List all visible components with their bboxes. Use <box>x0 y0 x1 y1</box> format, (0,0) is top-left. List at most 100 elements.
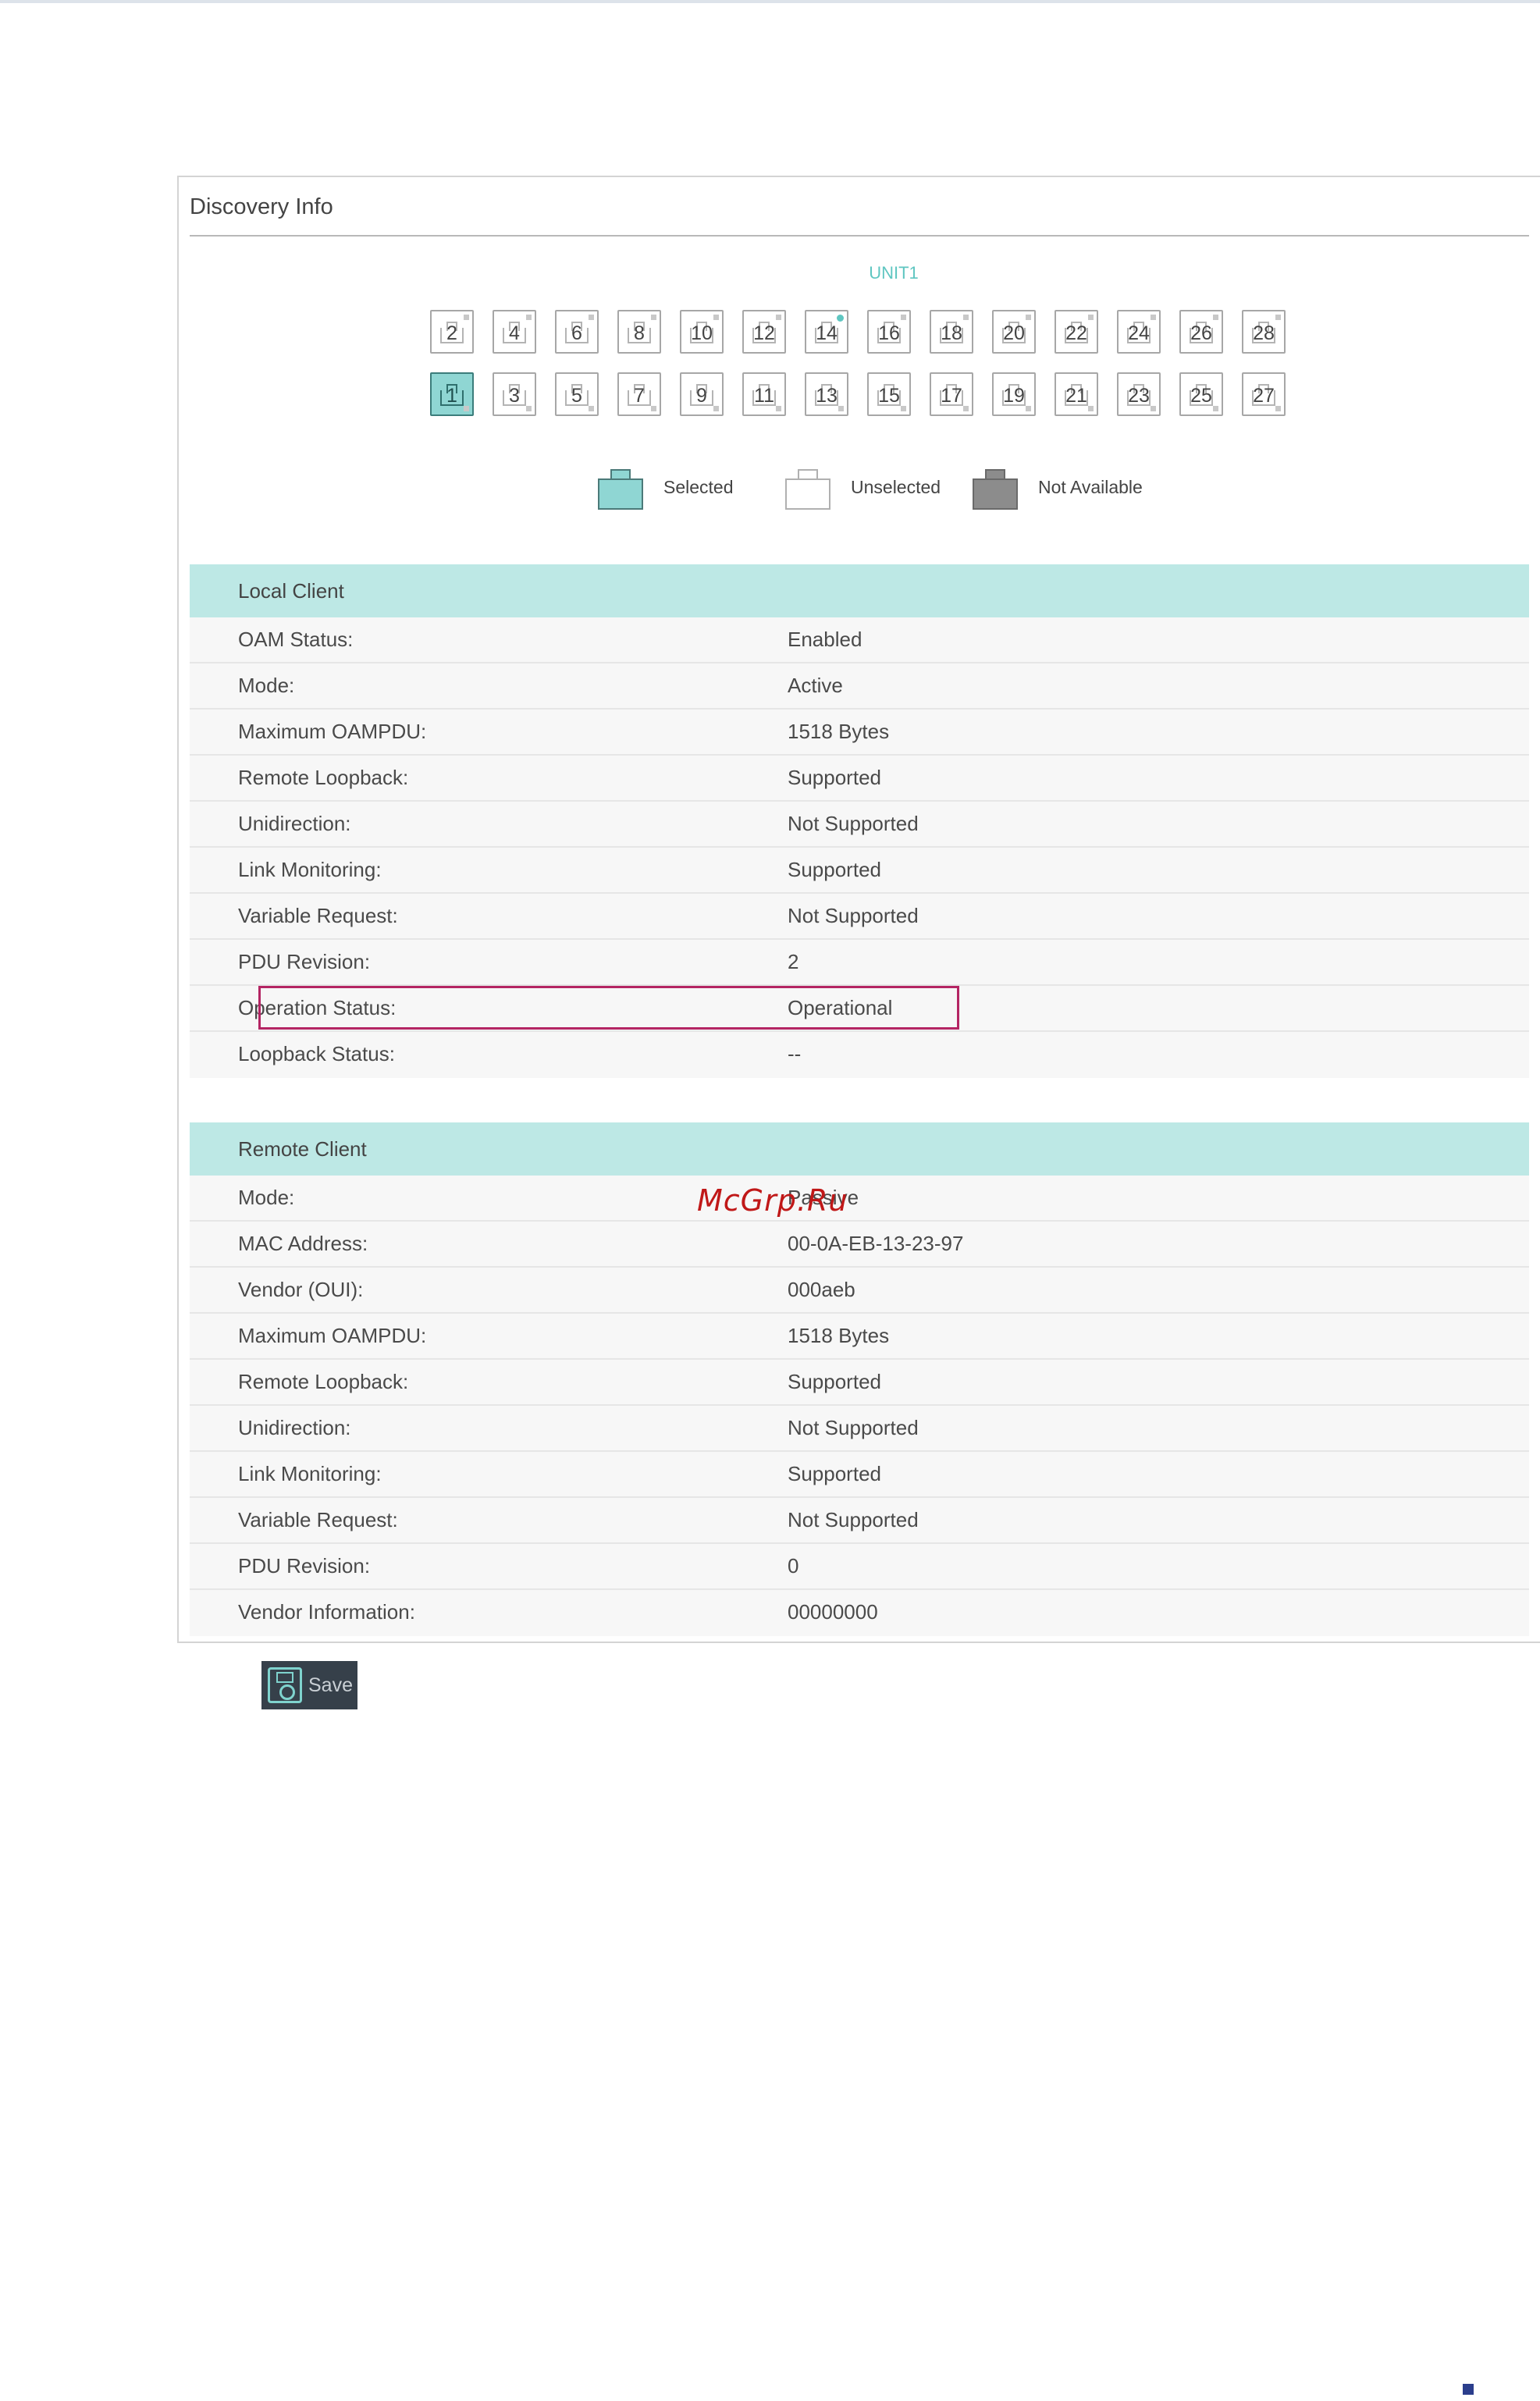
port-14[interactable]: 14 <box>805 310 848 354</box>
port-9[interactable]: 9 <box>680 372 724 416</box>
info-row: Variable Request: Not Supported <box>190 894 1529 940</box>
port-1[interactable]: 1 <box>430 372 474 416</box>
info-row: Remote Loopback: Supported <box>190 756 1529 802</box>
info-row: Operation Status: Operational <box>190 986 1529 1032</box>
info-row: Link Monitoring: Supported <box>190 1452 1529 1498</box>
port-status-dot <box>713 315 719 320</box>
legend-selected-label: Selected <box>663 477 734 497</box>
save-button[interactable]: Save <box>261 1661 357 1709</box>
remote-client-rows: Mode: Passive MAC Address: 00-0A-EB-13-23-9… <box>190 1176 1529 1636</box>
port-status-dot <box>589 406 594 411</box>
port-number: 5 <box>571 385 582 407</box>
info-row: Link Monitoring: Supported <box>190 848 1529 894</box>
info-row: PDU Revision: 2 <box>190 940 1529 986</box>
port-15[interactable]: 15 <box>867 372 911 416</box>
info-row: PDU Revision: 0 <box>190 1544 1529 1590</box>
port-status-dot <box>1275 315 1281 320</box>
port-number: 11 <box>754 385 774 407</box>
port-2[interactable]: 2 <box>430 310 474 354</box>
port-number: 22 <box>1065 322 1087 344</box>
row-label: Link Monitoring: <box>238 858 382 881</box>
port-status-dot <box>901 406 906 411</box>
port-number: 27 <box>1253 385 1275 407</box>
info-row: Vendor (OUI): 000aeb <box>190 1268 1529 1314</box>
port-27[interactable]: 27 <box>1242 372 1286 416</box>
row-value: Not Supported <box>788 1508 919 1531</box>
legend-unselected-label: Unselected <box>851 477 941 497</box>
row-label: Variable Request: <box>238 1508 398 1531</box>
port-10[interactable]: 10 <box>680 310 724 354</box>
row-label: OAM Status: <box>238 628 354 651</box>
row-label: Vendor Information: <box>238 1600 415 1624</box>
port-status-dot <box>651 406 656 411</box>
port-number: 23 <box>1128 385 1150 407</box>
row-label: Maximum OAMPDU: <box>238 720 427 743</box>
row-value: 1518 Bytes <box>788 720 890 743</box>
info-row: Unidirection: Not Supported <box>190 802 1529 848</box>
port-5[interactable]: 5 <box>555 372 599 416</box>
row-value: 2 <box>788 950 799 973</box>
info-row: MAC Address: 00-0A-EB-13-23-97 <box>190 1222 1529 1268</box>
port-status-dot <box>713 406 719 411</box>
legend-not-available-label: Not Available <box>1038 477 1143 497</box>
port-28[interactable]: 28 <box>1242 310 1286 354</box>
port-18[interactable]: 18 <box>930 310 973 354</box>
port-8[interactable]: 8 <box>617 310 661 354</box>
port-status-dot <box>1026 406 1031 411</box>
port-6[interactable]: 6 <box>555 310 599 354</box>
port-26[interactable]: 26 <box>1179 310 1223 354</box>
port-25[interactable]: 25 <box>1179 372 1223 416</box>
port-status-dot <box>1151 315 1156 320</box>
info-row: Variable Request: Not Supported <box>190 1498 1529 1544</box>
port-21[interactable]: 21 <box>1055 372 1098 416</box>
port-22[interactable]: 22 <box>1055 310 1098 354</box>
panel-title: Discovery Info <box>190 194 333 219</box>
save-icon <box>268 1667 302 1703</box>
port-4[interactable]: 4 <box>493 310 536 354</box>
port-number: 3 <box>509 385 520 407</box>
port-number: 17 <box>941 385 962 407</box>
port-23[interactable]: 23 <box>1117 372 1161 416</box>
panel-title-divider <box>190 235 1529 237</box>
row-value: 00000000 <box>788 1600 878 1624</box>
port-number: 21 <box>1065 385 1087 407</box>
info-row: Mode: Passive <box>190 1176 1529 1222</box>
remote-client-section: Remote Client Mode: Passive MAC Address: 00… <box>190 1122 1529 1636</box>
watermark: McGrp.Ru <box>697 1183 848 1218</box>
port-number: 10 <box>691 322 713 344</box>
port-number: 28 <box>1253 322 1275 344</box>
port-11[interactable]: 11 <box>742 372 786 416</box>
row-value: Supported <box>788 1370 881 1393</box>
port-17[interactable]: 17 <box>930 372 973 416</box>
port-7[interactable]: 7 <box>617 372 661 416</box>
row-label: Remote Loopback: <box>238 766 409 789</box>
port-status-dot <box>1026 315 1031 320</box>
port-status-dot <box>464 406 469 411</box>
port-status-dot <box>963 406 969 411</box>
row-label: Remote Loopback: <box>238 1370 409 1393</box>
port-number: 14 <box>816 322 838 344</box>
port-number: 4 <box>509 322 520 344</box>
row-value: Not Supported <box>788 904 919 927</box>
row-value: 1518 Bytes <box>788 1324 890 1347</box>
info-row: Unidirection: Not Supported <box>190 1406 1529 1452</box>
row-value: Not Supported <box>788 1416 919 1439</box>
port-number: 16 <box>878 322 900 344</box>
local-client-rows: OAM Status: Enabled Mode: Active Maximum OAM… <box>190 617 1529 1078</box>
port-24[interactable]: 24 <box>1117 310 1161 354</box>
page-corner-mark <box>1463 2384 1474 2395</box>
port-number: 19 <box>1003 385 1025 407</box>
port-20[interactable]: 20 <box>992 310 1036 354</box>
port-16[interactable]: 16 <box>867 310 911 354</box>
port-3[interactable]: 3 <box>493 372 536 416</box>
port-12[interactable]: 12 <box>742 310 786 354</box>
port-number: 24 <box>1128 322 1150 344</box>
port-status-dot <box>1088 406 1094 411</box>
port-19[interactable]: 19 <box>992 372 1036 416</box>
row-label: Link Monitoring: <box>238 1462 382 1485</box>
port-number: 7 <box>634 385 645 407</box>
port-number: 18 <box>941 322 962 344</box>
selected-legend-icon <box>598 469 643 510</box>
port-13[interactable]: 13 <box>805 372 848 416</box>
local-client-section: Local Client OAM Status: Enabled Mode: Acti… <box>190 564 1529 1078</box>
